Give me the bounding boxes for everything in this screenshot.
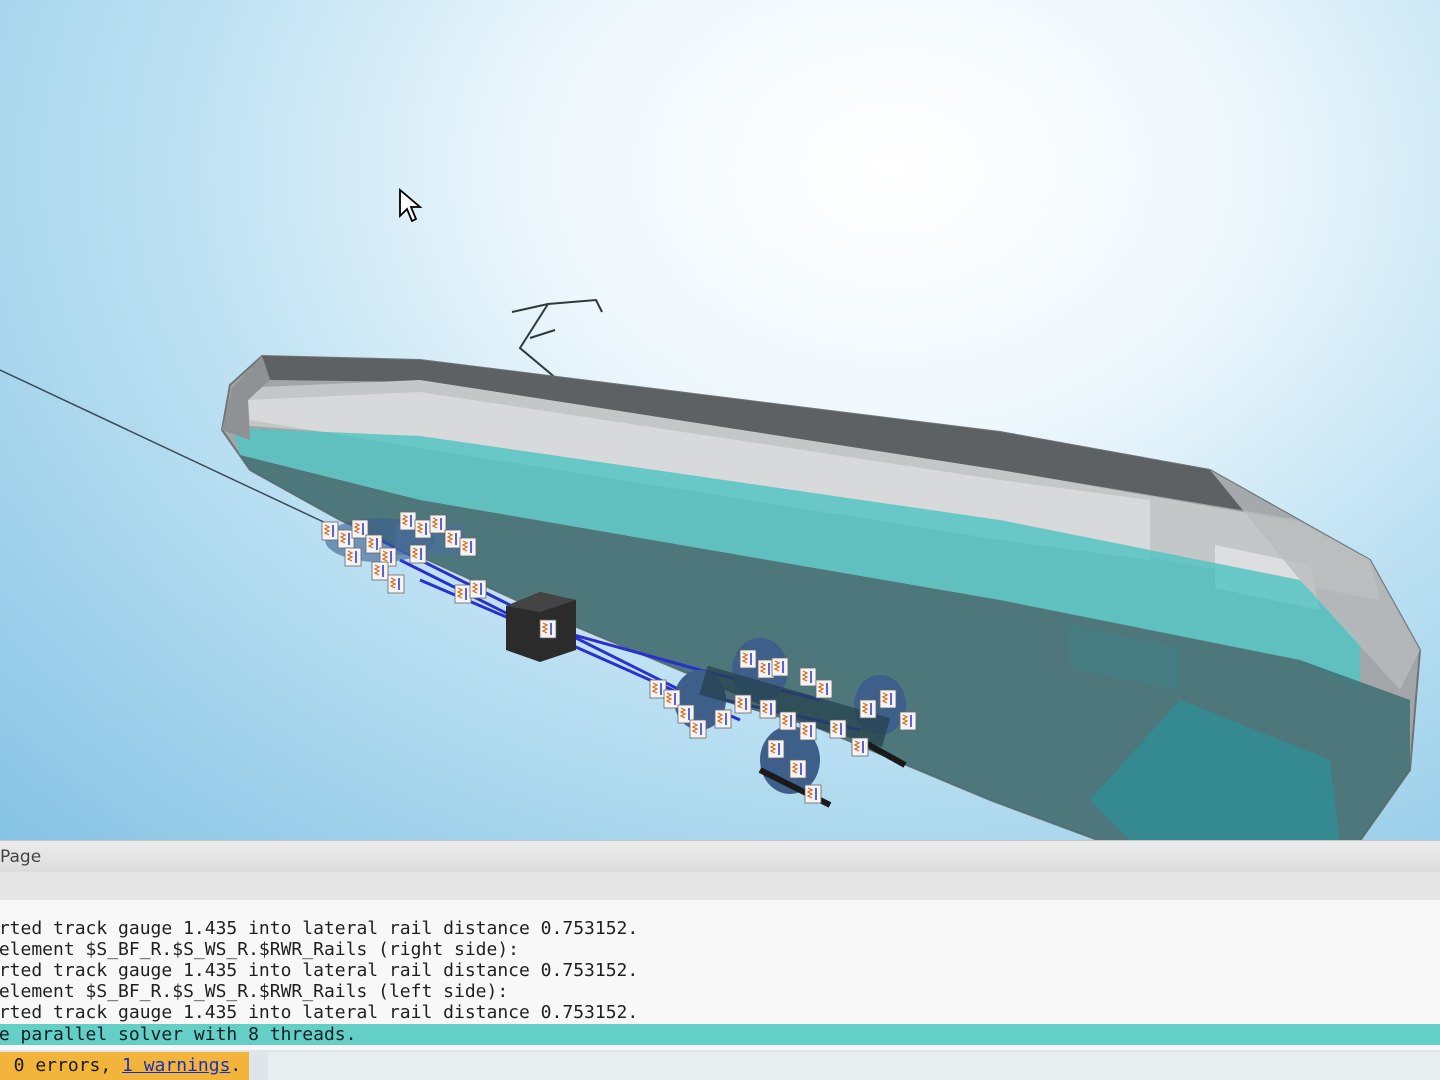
warnings-link[interactable]: 1 warnings — [122, 1055, 230, 1076]
log-line: element $S_BF_R.$S_WS_R.$RWR_Rails (left… — [0, 981, 509, 1002]
status-suffix: . — [230, 1055, 242, 1076]
spring-damper-icon — [539, 619, 557, 639]
log-line: erted track gauge 1.435 into lateral rai… — [0, 1002, 639, 1023]
spring-damper-icon — [371, 561, 389, 581]
log-line: element $S_BF_R.$S_WS_R.$RWR_Rails (righ… — [0, 939, 520, 960]
spring-damper-icon — [454, 584, 472, 604]
spring-damper-icon — [399, 511, 417, 531]
log-header-bar — [0, 872, 1440, 901]
log-line: erted track gauge 1.435 into lateral rai… — [0, 918, 639, 939]
spring-damper-icon — [859, 699, 877, 719]
mouse-pointer-icon — [399, 188, 423, 223]
3d-viewport[interactable] — [0, 0, 1440, 845]
spring-damper-icon — [649, 679, 667, 699]
spring-damper-icon — [663, 689, 681, 709]
spring-damper-icon — [734, 694, 752, 714]
spring-damper-icon — [387, 574, 405, 594]
train-car-body[interactable] — [220, 354, 1422, 845]
spring-damper-icon — [689, 719, 707, 739]
status-errors-text: , 0 errors, — [0, 1055, 123, 1076]
spring-damper-icon — [714, 709, 732, 729]
spring-damper-icon — [779, 711, 797, 731]
spring-damper-icon — [799, 667, 817, 687]
spring-damper-icon — [759, 699, 777, 719]
spring-damper-icon — [459, 537, 477, 557]
message-log[interactable]: erted track gauge 1.435 into lateral rai… — [0, 900, 1440, 1050]
log-line-selected[interactable]: le parallel solver with 8 threads. — [0, 1024, 1440, 1045]
spring-damper-icon — [739, 649, 757, 669]
tab-bar: Page — [0, 840, 1440, 874]
spring-damper-icon — [799, 721, 817, 741]
spring-damper-icon — [321, 521, 339, 541]
spring-damper-icon — [414, 519, 432, 539]
spring-damper-icon — [344, 547, 362, 567]
spring-damper-icon — [829, 719, 847, 739]
spring-damper-icon — [804, 784, 822, 804]
log-line: erted track gauge 1.435 into lateral rai… — [0, 960, 639, 981]
spring-damper-icon — [815, 679, 833, 699]
spring-damper-icon — [771, 657, 789, 677]
status-bar-empty — [268, 1052, 1440, 1080]
spring-damper-icon — [789, 759, 807, 779]
spring-damper-icon — [444, 529, 462, 549]
spring-damper-icon — [851, 737, 869, 757]
spring-damper-icon — [767, 739, 785, 759]
spring-damper-icon — [879, 689, 897, 709]
spring-damper-icon — [899, 711, 917, 731]
spring-damper-icon — [429, 514, 447, 534]
train-model-scene[interactable] — [0, 0, 1440, 845]
status-bar: , 0 errors, 1 warnings. — [0, 1052, 250, 1080]
tab-page[interactable]: Page — [0, 847, 41, 867]
spring-damper-icon — [757, 659, 775, 679]
spring-damper-icon — [409, 544, 427, 564]
spring-damper-icon — [469, 579, 487, 599]
